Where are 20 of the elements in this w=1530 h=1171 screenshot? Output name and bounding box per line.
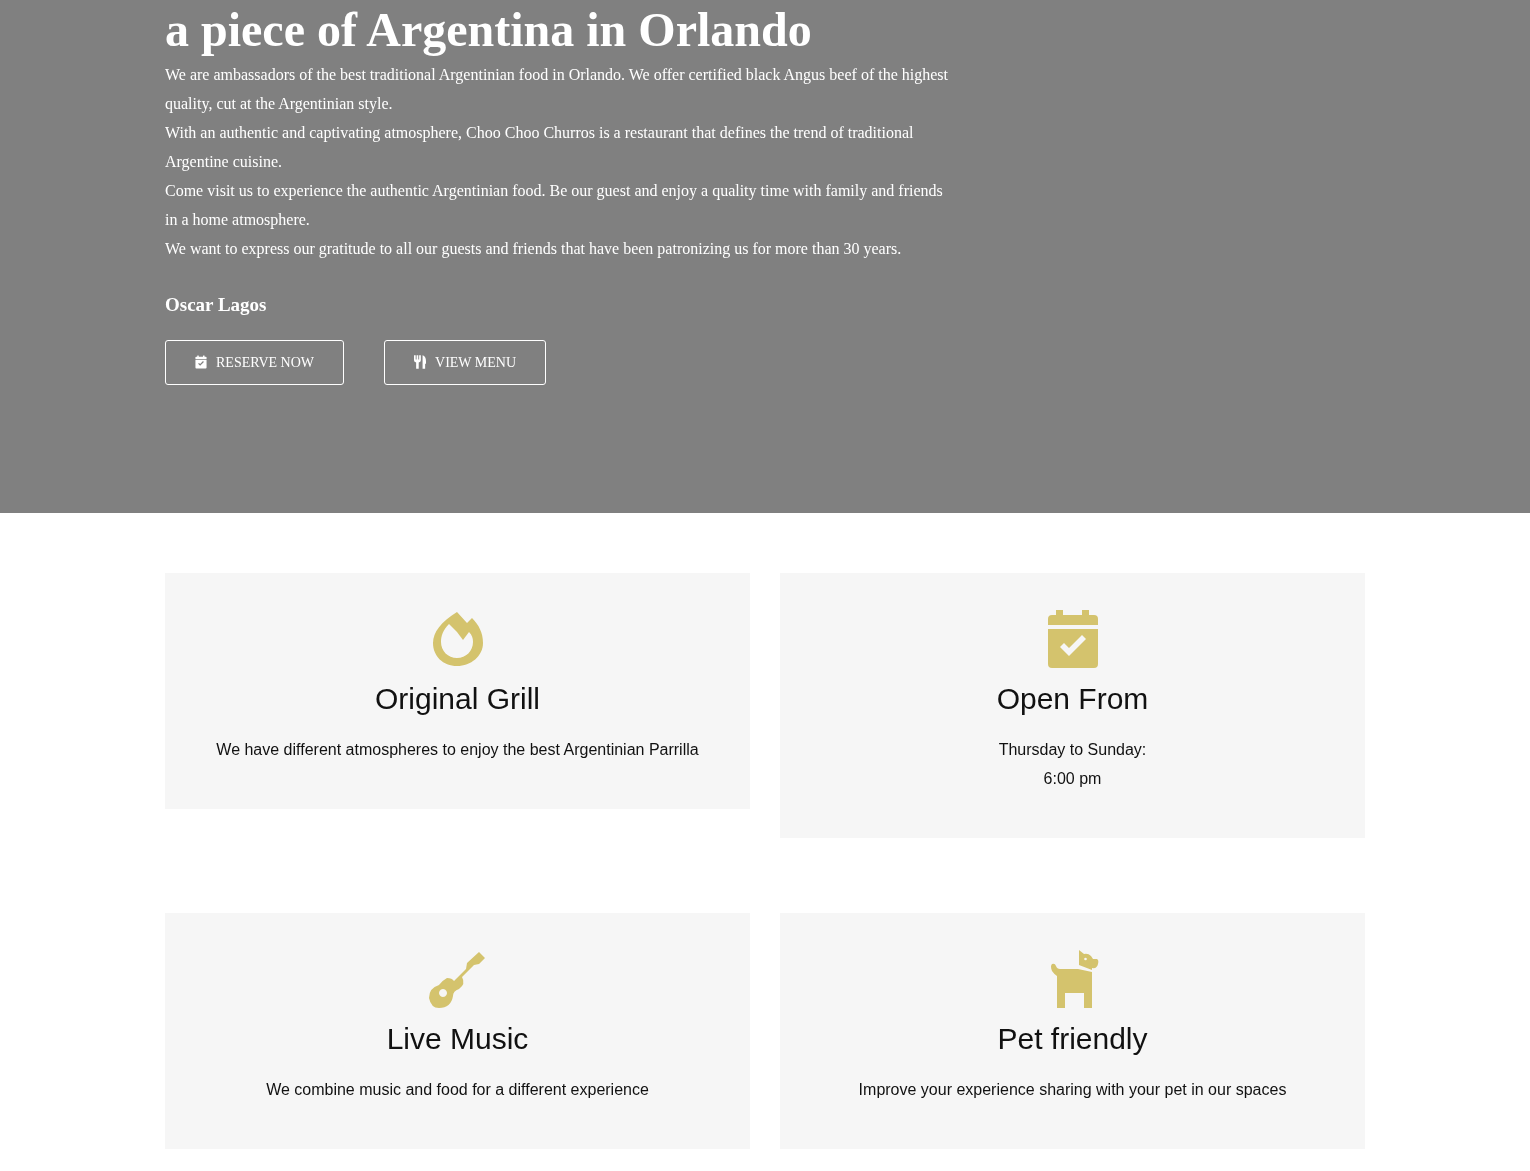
intro-paragraph: Come visit us to experience the authentic Argentinian food. Be our guest and enjoy a quality time with family and friends in a home atmosphere. (165, 181, 944, 231)
guitar-icon (428, 950, 487, 1008)
feature-text: 6:00 pm (1042, 769, 1103, 789)
intro-paragraph: We want to express our gratitude to all our guests and friends that have been patronizing us for more than 30 years. (165, 239, 903, 260)
hero-button[interactable]: RESERVE NOW (165, 339, 345, 385)
calendar-check-icon (195, 355, 207, 369)
signature: Oscar Lagos (165, 293, 268, 317)
feature-text: We combine music and food for a different experience (265, 1080, 650, 1100)
hero-heading: a piece of Argentina in Orlando (165, 2, 813, 58)
feature-title: Original Grill (374, 682, 541, 715)
feature-text: Thursday to Sunday: (997, 740, 1148, 760)
feature-title: Pet friendly (996, 1022, 1149, 1055)
hero-button[interactable]: VIEW MENU (384, 339, 547, 385)
feature-text: Improve your experience sharing with your pet in our spaces (857, 1080, 1288, 1100)
intro-paragraph: With an authentic and captivating atmosphere, Choo Choo Churros is a restaurant that defines the trend of traditional Argentine cuisine. (165, 123, 915, 173)
utensils-icon (414, 355, 427, 369)
feature-text: We have different atmospheres to enjoy the best Argentinian Parrilla (215, 740, 700, 760)
feature-title: Live Music (385, 1022, 530, 1055)
intro-paragraph: We are ambassadors of the best traditional Argentinian food in Orlando. We offer certified black Angus beef of the highest quality, cut at the Argentinian style. (165, 65, 949, 115)
feature-title: Open From (995, 682, 1150, 715)
